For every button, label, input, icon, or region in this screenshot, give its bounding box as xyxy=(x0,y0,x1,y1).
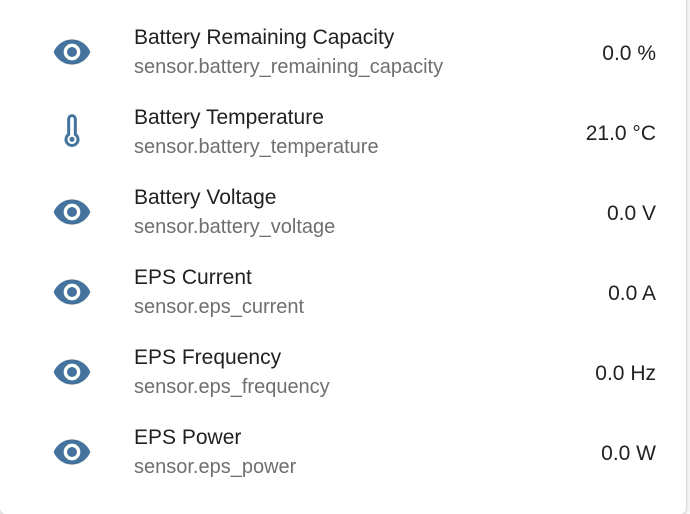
entity-name: Battery Voltage xyxy=(134,186,277,209)
entity-row-eps-power[interactable]: EPS Power sensor.eps_power 0.0 W xyxy=(0,406,686,486)
entity-name: EPS Current xyxy=(134,266,252,289)
entity-state: 21.0 °C xyxy=(585,122,656,145)
entity-name: EPS Power xyxy=(134,426,242,449)
entity-state: 0.0 Hz xyxy=(595,362,656,385)
entity-row-battery-remaining-capacity[interactable]: Battery Remaining Capacity sensor.batter… xyxy=(0,6,686,86)
entity-state: 0.0 A xyxy=(608,282,656,305)
eye-icon xyxy=(50,350,94,394)
entity-row-battery-temperature[interactable]: Battery Temperature sensor.battery_tempe… xyxy=(0,86,686,166)
entity-row-eps-current[interactable]: EPS Current sensor.eps_current 0.0 A xyxy=(0,246,686,326)
entity-state: 0.0 W xyxy=(601,442,656,465)
entity-state: 0.0 % xyxy=(602,42,656,65)
thermometer-icon xyxy=(50,110,94,154)
entity-name: Battery Temperature xyxy=(134,106,324,129)
entity-id: sensor.eps_current xyxy=(134,296,305,318)
entity-id: sensor.eps_power xyxy=(134,456,297,478)
entity-id: sensor.battery_temperature xyxy=(134,136,379,158)
eye-icon xyxy=(50,190,94,234)
eye-icon xyxy=(50,30,94,74)
entity-id: sensor.battery_voltage xyxy=(134,216,336,238)
entity-id: sensor.eps_frequency xyxy=(134,376,330,398)
eye-icon xyxy=(50,430,94,474)
entities-card: Battery Remaining Capacity sensor.batter… xyxy=(0,0,686,514)
entity-state: 0.0 V xyxy=(606,202,656,225)
entity-row-eps-frequency[interactable]: EPS Frequency sensor.eps_frequency 0.0 H… xyxy=(0,326,686,406)
eye-icon xyxy=(50,270,94,314)
entity-name: Battery Remaining Capacity xyxy=(134,26,395,49)
entity-id: sensor.battery_remaining_capacity xyxy=(134,56,444,78)
entity-row-battery-voltage[interactable]: Battery Voltage sensor.battery_voltage 0… xyxy=(0,166,686,246)
entity-name: EPS Frequency xyxy=(134,346,282,369)
